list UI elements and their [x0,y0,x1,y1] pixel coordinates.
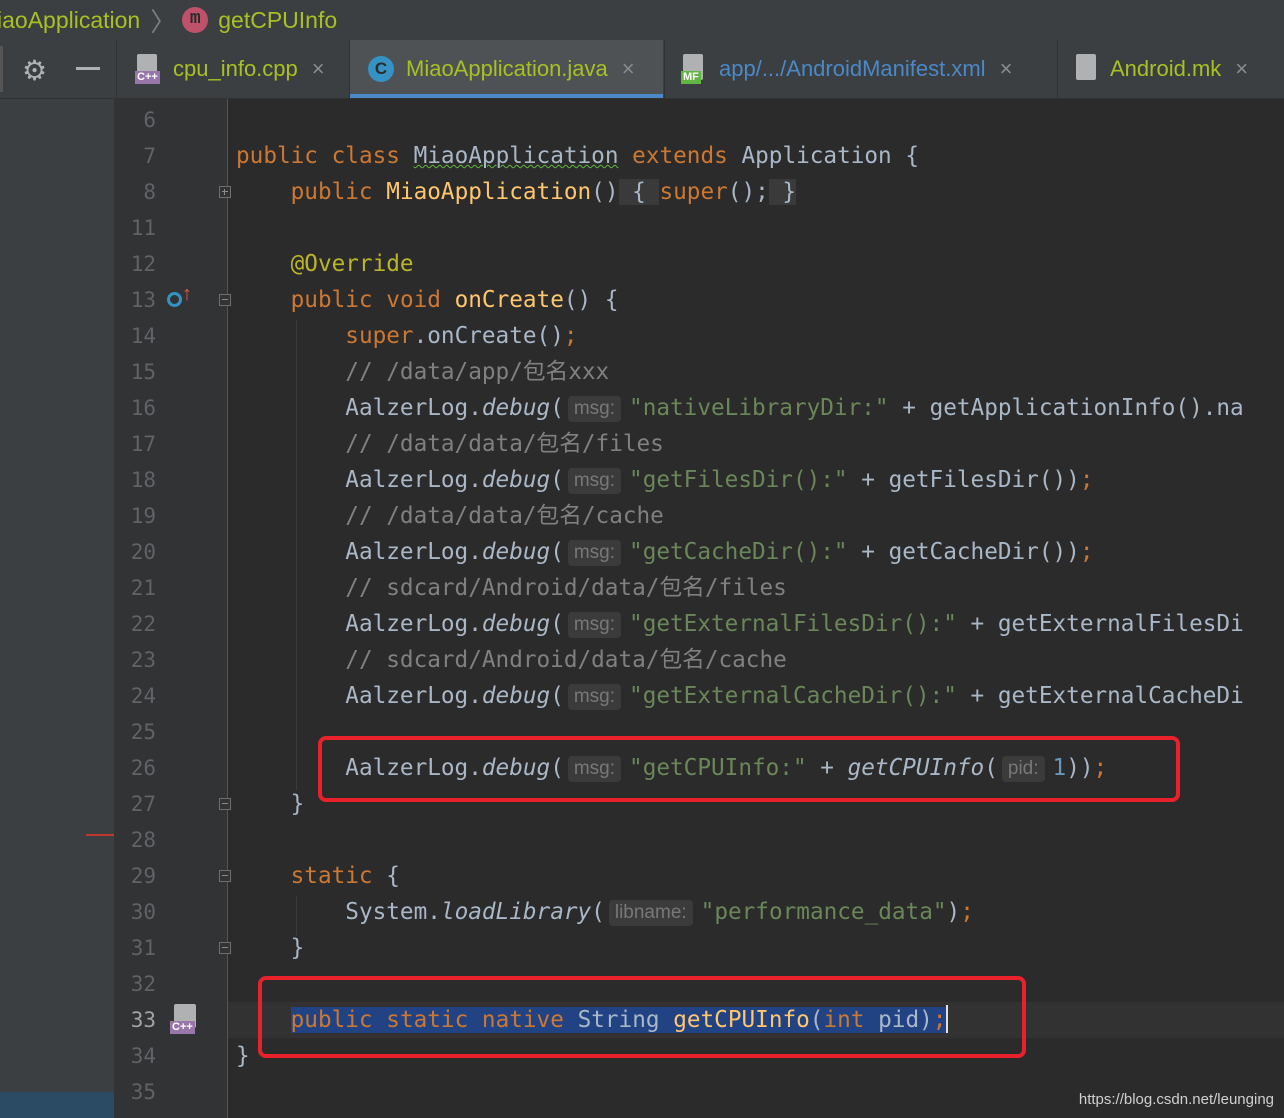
code-line-14[interactable]: super.onCreate(); [236,318,577,354]
code-line-7[interactable]: public class MiaoApplication extends App… [236,138,919,174]
line-number: 18 [130,468,156,492]
tab-label: cpu_info.cpp [173,56,298,81]
code-line-30[interactable]: System.loadLibrary(libname: "performance_… [236,894,974,930]
line-number: 13 [130,288,156,312]
highlight-box-getcpuinfo-call [318,736,1180,802]
line-number: 27 [130,792,156,816]
code-line-24[interactable]: AalzerLog.debug(msg: "getExternalCacheDir… [236,678,1244,714]
java-class-icon: C [368,56,394,82]
code-line-12[interactable]: @Override [236,246,414,282]
line-number: 30 [130,900,156,924]
breadcrumb-method[interactable]: getCPUInfo [218,7,337,34]
line-number: 7 [143,144,156,168]
code-line-18[interactable]: AalzerLog.debug(msg: "getFilesDir():" + g… [236,462,1094,498]
line-number: 12 [130,252,156,276]
code-line-23[interactable]: // sdcard/Android/data/包名/cache [236,642,787,678]
change-marker [86,834,114,836]
line-number: 25 [130,720,156,744]
line-number: 31 [130,936,156,960]
line-number: 34 [130,1044,156,1068]
code-line-29[interactable]: static { [236,858,400,894]
tab-cpu-info-cpp[interactable]: C++ cpu_info.cpp × [116,40,348,98]
line-number: 32 [130,972,156,996]
fold-collapse-icon[interactable] [219,870,231,882]
line-number: 22 [130,612,156,636]
text-file-icon [1072,54,1100,84]
tab-label: Android.mk [1110,56,1222,81]
param-hint: msg: [567,540,622,566]
param-hint: msg: [567,612,622,638]
tab-label: MiaoApplication.java [406,56,608,81]
line-number: 21 [130,576,156,600]
param-hint: msg: [567,684,622,710]
param-hint: msg: [567,468,622,494]
line-number: 24 [130,684,156,708]
code-line-31[interactable]: } [236,930,305,966]
line-number: 11 [130,216,156,240]
line-number: 14 [130,324,156,348]
gutter-border [227,99,228,1118]
param-hint: libname: [608,900,693,926]
code-line-34[interactable]: } [236,1038,250,1074]
line-number: 15 [130,360,156,384]
line-number: 35 [130,1080,156,1104]
manifest-file-icon: MF [681,54,709,84]
code-line-27[interactable]: } [236,786,305,822]
line-number: 28 [130,828,156,852]
watermark: https://blog.csdn.net/leunging [1078,1091,1274,1108]
gear-icon[interactable]: ⚙ [22,54,47,87]
tab-android-manifest[interactable]: MF app/.../AndroidManifest.xml × [664,40,1056,98]
minus-icon[interactable] [76,67,100,70]
line-number: 23 [130,648,156,672]
tab-miao-application-java[interactable]: C MiaoApplication.java × [349,40,663,98]
line-number: 26 [130,756,156,780]
param-hint: msg: [567,396,622,422]
toolbar-divider [0,46,3,92]
tab-android-mk[interactable]: Android.mk × [1057,40,1269,98]
code-line-19[interactable]: // /data/data/包名/cache [236,498,664,534]
line-number: 17 [130,432,156,456]
code-line-22[interactable]: AalzerLog.debug(msg: "getExternalFilesDir… [236,606,1244,642]
method-icon: m [182,7,209,33]
line-number: 16 [130,396,156,420]
code-line-21[interactable]: // sdcard/Android/data/包名/files [236,570,787,606]
fold-expand-icon[interactable] [219,186,231,198]
code-line-8[interactable]: public MiaoApplication() { super(); } [236,174,797,210]
code-line-15[interactable]: // /data/app/包名xxx [236,354,609,390]
fold-end-icon[interactable] [219,798,231,810]
close-icon[interactable]: × [312,56,325,82]
fold-end-icon[interactable] [219,942,231,954]
code-line-16[interactable]: AalzerLog.debug(msg: "nativeLibraryDir:" … [236,390,1244,426]
breadcrumb-class[interactable]: iaoApplication [0,7,140,34]
code-line-20[interactable]: AalzerLog.debug(msg: "getCacheDir():" + g… [236,534,1094,570]
line-number: 8 [143,180,156,204]
project-panel [0,99,114,1118]
cpp-implementation-icon[interactable]: C++ [170,1004,202,1034]
tab-label: app/.../AndroidManifest.xml [719,56,986,81]
fold-collapse-icon[interactable] [219,294,231,306]
close-icon[interactable]: × [1235,56,1248,82]
line-number: 6 [143,108,156,132]
line-number: 33 [130,1008,156,1032]
editor-tab-bar: ⚙ C++ cpu_info.cpp × C MiaoApplication.j… [0,40,1284,99]
close-icon[interactable]: × [1000,56,1013,82]
breadcrumb: iaoApplication 〉 m getCPUInfo [0,0,1284,40]
line-number: 19 [130,504,156,528]
highlight-box-native-declaration [258,976,1026,1058]
cpp-file-icon: C++ [135,54,163,84]
breadcrumb-separator: 〉 [150,6,177,37]
code-line-13[interactable]: public void onCreate() { [236,282,619,318]
line-number: 29 [130,864,156,888]
line-number: 20 [130,540,156,564]
override-method-icon[interactable]: ↑ [167,283,193,311]
close-icon[interactable]: × [622,56,635,82]
code-line-17[interactable]: // /data/data/包名/files [236,426,664,462]
panel-selection-strip [0,1092,114,1118]
